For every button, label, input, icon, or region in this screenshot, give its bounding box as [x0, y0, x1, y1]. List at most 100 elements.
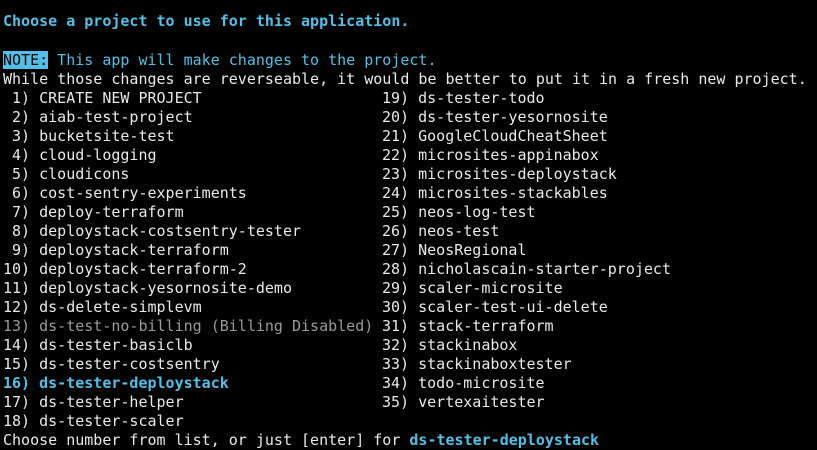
project-option-name: cost-sentry-experiments	[39, 184, 247, 202]
project-option[interactable]: 2) aiab-test-project	[3, 108, 193, 127]
project-option-number: 32)	[382, 336, 410, 354]
project-option-number: 29)	[382, 279, 410, 297]
project-option-number: 35)	[382, 393, 410, 411]
project-option-name: ds-test-no-billing (Billing Disabled)	[39, 317, 374, 335]
project-option-name: ds-tester-deploystack	[39, 374, 229, 392]
project-option-number: 27)	[382, 241, 410, 259]
project-option-name: vertexaitester	[418, 393, 545, 411]
project-option[interactable]: 27) NeosRegional	[382, 241, 527, 260]
project-option-name: ds-tester-helper	[39, 393, 184, 411]
note-tag: NOTE:	[3, 51, 49, 69]
project-option-name: deploystack-terraform-2	[39, 260, 247, 278]
project-option-number: 4)	[3, 146, 31, 164]
project-option[interactable]: 17) ds-tester-helper	[3, 393, 184, 412]
terminal-window: Choose a project to use for this applica…	[0, 0, 817, 449]
project-option-name: deploystack-terraform	[39, 241, 229, 259]
project-option-name: neos-test	[418, 222, 500, 240]
project-option-name: ds-tester-basiclb	[39, 336, 193, 354]
project-option-name: GoogleCloudCheatSheet	[418, 127, 608, 145]
project-option[interactable]: 22) microsites-appinabox	[382, 146, 599, 165]
project-option-name: aiab-test-project	[39, 108, 193, 126]
project-option-number: 5)	[3, 165, 31, 183]
project-option-number: 23)	[382, 165, 410, 183]
project-option[interactable]: 31) stack-terraform	[382, 317, 554, 336]
project-option-number: 22)	[382, 146, 410, 164]
project-option-name: ds-tester-todo	[418, 89, 545, 107]
project-option-name: NeosRegional	[418, 241, 527, 259]
project-option[interactable]: 21) GoogleCloudCheatSheet	[382, 127, 608, 146]
project-option[interactable]: 33) stackinaboxtester	[382, 355, 572, 374]
project-option-name: bucketsite-test	[39, 127, 175, 145]
project-option[interactable]: 14) ds-tester-basiclb	[3, 336, 193, 355]
project-option-name: scaler-test-ui-delete	[418, 298, 608, 316]
project-option-name: deploy-terraform	[39, 203, 184, 221]
project-option-name: nicholascain-starter-project	[418, 260, 671, 278]
project-option[interactable]: 10) deploystack-terraform-2	[3, 260, 247, 279]
project-option[interactable]: 6) cost-sentry-experiments	[3, 184, 247, 203]
project-option-number: 15)	[3, 355, 31, 373]
project-option[interactable]: 16) ds-tester-deploystack	[3, 374, 229, 393]
project-option-name: todo-microsite	[418, 374, 545, 392]
project-option-name: ds-delete-simplevm	[39, 298, 202, 316]
project-option[interactable]: 30) scaler-test-ui-delete	[382, 298, 608, 317]
project-option[interactable]: 5) cloudicons	[3, 165, 129, 184]
project-option-name: microsites-appinabox	[418, 146, 599, 164]
project-option-name: ds-tester-scaler	[39, 412, 184, 430]
input-prompt[interactable]: Choose number from list, or just [enter]…	[3, 431, 599, 450]
project-option[interactable]: 15) ds-tester-costsentry	[3, 355, 220, 374]
prompt-title: Choose a project to use for this applica…	[3, 12, 410, 30]
note-line: NOTE: This app will make changes to the …	[3, 51, 436, 70]
project-option[interactable]: 7) deploy-terraform	[3, 203, 184, 222]
project-option-name: microsites-deploystack	[418, 165, 617, 183]
project-option[interactable]: 26) neos-test	[382, 222, 499, 241]
warning-text: While those changes are reverseable, it …	[3, 70, 807, 88]
project-option[interactable]: 18) ds-tester-scaler	[3, 412, 184, 431]
project-option[interactable]: 23) microsites-deploystack	[382, 165, 617, 184]
project-option-number: 34)	[382, 374, 410, 392]
project-option[interactable]: 29) scaler-microsite	[382, 279, 563, 298]
default-project: ds-tester-deploystack	[409, 431, 600, 449]
project-option[interactable]: 11) deploystack-yesornosite-demo	[3, 279, 292, 298]
project-option-number: 30)	[382, 298, 410, 316]
project-option-number: 6)	[3, 184, 31, 202]
project-option[interactable]: 32) stackinabox	[382, 336, 517, 355]
project-option-name: cloudicons	[39, 165, 130, 183]
project-option[interactable]: 13) ds-test-no-billing (Billing Disabled…	[3, 317, 373, 336]
project-option-number: 12)	[3, 298, 31, 316]
project-option[interactable]: 3) bucketsite-test	[3, 127, 175, 146]
project-option-number: 2)	[3, 108, 31, 126]
project-option-number: 3)	[3, 127, 31, 145]
project-option-name: cloud-logging	[39, 146, 157, 164]
project-option[interactable]: 28) nicholascain-starter-project	[382, 260, 671, 279]
project-option[interactable]: 24) microsites-stackables	[382, 184, 608, 203]
project-option[interactable]: 4) cloud-logging	[3, 146, 157, 165]
project-option-number: 21)	[382, 127, 410, 145]
project-option-number: 24)	[382, 184, 410, 202]
project-option[interactable]: 19) ds-tester-todo	[382, 89, 545, 108]
project-option-number: 7)	[3, 203, 31, 221]
project-option[interactable]: 8) deploystack-costsentry-tester	[3, 222, 301, 241]
project-option-number: 31)	[382, 317, 410, 335]
project-option-name: CREATE NEW PROJECT	[39, 89, 202, 107]
project-option-number: 14)	[3, 336, 31, 354]
project-option[interactable]: 1) CREATE NEW PROJECT	[3, 89, 202, 108]
project-option-name: stack-terraform	[418, 317, 554, 335]
project-option[interactable]: 34) todo-microsite	[382, 374, 545, 393]
project-option[interactable]: 12) ds-delete-simplevm	[3, 298, 202, 317]
project-option-number: 1)	[3, 89, 31, 107]
project-option-number: 13)	[3, 317, 31, 335]
project-option[interactable]: 9) deploystack-terraform	[3, 241, 229, 260]
project-option-number: 17)	[3, 393, 31, 411]
prompt-text: Choose number from list, or just [enter]…	[3, 431, 410, 449]
project-option-number: 8)	[3, 222, 31, 240]
project-option-number: 20)	[382, 108, 410, 126]
project-option[interactable]: 20) ds-tester-yesornosite	[382, 108, 608, 127]
project-option[interactable]: 25) neos-log-test	[382, 203, 536, 222]
project-option-number: 26)	[382, 222, 410, 240]
project-option[interactable]: 35) vertexaitester	[382, 393, 545, 412]
project-option-name: stackinabox	[418, 336, 518, 354]
project-option-name: neos-log-test	[418, 203, 536, 221]
project-option-name: microsites-stackables	[418, 184, 608, 202]
project-option-number: 19)	[382, 89, 410, 107]
project-option-name: deploystack-costsentry-tester	[39, 222, 302, 240]
